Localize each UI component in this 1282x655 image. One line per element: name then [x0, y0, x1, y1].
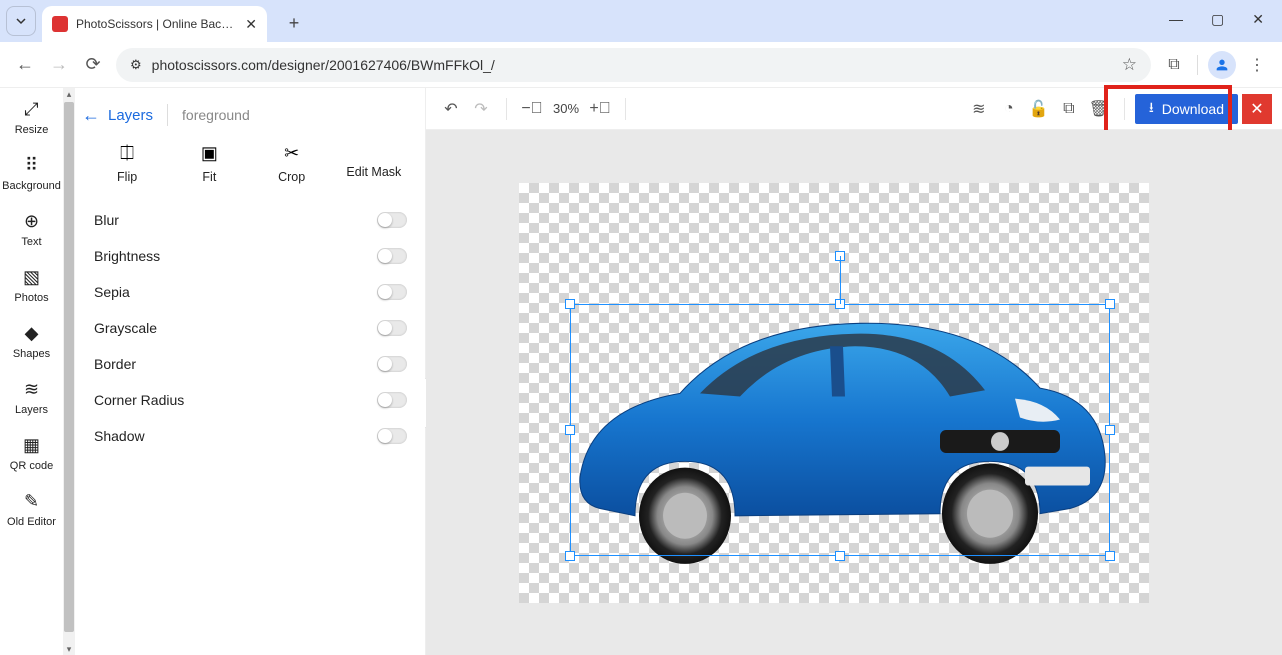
- close-button[interactable]: ✕: [1242, 94, 1272, 124]
- trash-icon[interactable]: 🗑: [1084, 94, 1114, 124]
- favicon-icon: [52, 16, 68, 32]
- resize-icon: ⤢: [2, 98, 61, 120]
- properties-panel: ← Layers foreground ⎅Flip ▣Fit ✂Crop Edi…: [76, 88, 426, 655]
- toolbar-divider: [1197, 55, 1198, 75]
- scroll-up-icon[interactable]: ▴: [63, 88, 75, 100]
- left-tool-sidebar: ⤢Resize ⠿Background ⊕Text ▧Photos ◆Shape…: [0, 88, 64, 655]
- border-switch[interactable]: [377, 356, 407, 372]
- selection-handle[interactable]: [565, 299, 575, 309]
- corner-radius-switch[interactable]: [377, 392, 407, 408]
- blur-switch[interactable]: [377, 212, 407, 228]
- edit-mask-icon: [339, 142, 409, 164]
- qrcode-icon: ▦: [2, 434, 61, 456]
- layers-link[interactable]: Layers: [108, 107, 153, 124]
- toggle-grayscale: Grayscale: [94, 310, 407, 346]
- scroll-down-icon[interactable]: ▾: [63, 643, 75, 655]
- nav-reload-icon[interactable]: ⟳: [76, 48, 110, 82]
- toggle-border: Border: [94, 346, 407, 382]
- grayscale-switch[interactable]: [377, 320, 407, 336]
- crop-icon: ✂: [257, 142, 327, 164]
- selection-handle[interactable]: [835, 551, 845, 561]
- tab-close-icon[interactable]: ✕: [245, 16, 257, 33]
- edit-icon: ✎: [2, 490, 61, 512]
- redo-icon[interactable]: ↷: [466, 94, 496, 124]
- window-close-icon[interactable]: ✕: [1252, 11, 1264, 28]
- toggle-shadow: Shadow: [94, 418, 407, 454]
- tab-title: PhotoScissors | Online Backgro: [76, 17, 237, 31]
- zoom-value: 30%: [553, 101, 579, 116]
- tool-qrcode[interactable]: ▦QR code: [0, 424, 63, 480]
- undo-icon[interactable]: ↶: [436, 94, 466, 124]
- photos-icon: ▧: [2, 266, 61, 288]
- zoom-in-icon[interactable]: +⃝: [585, 94, 615, 124]
- crop-button[interactable]: ✂Crop: [257, 142, 327, 184]
- extensions-icon[interactable]: ⧉: [1157, 48, 1191, 82]
- tool-layers[interactable]: ≋Layers: [0, 368, 63, 424]
- address-bar[interactable]: ⚙ photoscissors.com/designer/2001627406/…: [116, 48, 1151, 82]
- tool-photos[interactable]: ▧Photos: [0, 256, 63, 312]
- shapes-icon: ◆: [2, 322, 61, 344]
- brightness-switch[interactable]: [377, 248, 407, 264]
- sidebar-scrollbar[interactable]: ▴ ▾: [63, 88, 75, 655]
- selection-handle[interactable]: [1105, 425, 1115, 435]
- canvas-area[interactable]: [426, 130, 1282, 655]
- nav-back-icon[interactable]: ←: [8, 48, 42, 82]
- profile-avatar-icon[interactable]: [1208, 51, 1236, 79]
- sepia-switch[interactable]: [377, 284, 407, 300]
- download-icon: ⭳: [1149, 97, 1154, 121]
- tabs-dropdown[interactable]: [6, 6, 36, 36]
- download-label: Download: [1162, 101, 1224, 117]
- duplicate-icon[interactable]: ⧉: [1054, 94, 1084, 124]
- stack-icon[interactable]: ≋: [964, 94, 994, 124]
- selection-handle[interactable]: [565, 551, 575, 561]
- selection-box[interactable]: [570, 304, 1110, 556]
- flip-button[interactable]: ⎅Flip: [92, 142, 162, 184]
- fit-icon: ▣: [174, 142, 244, 164]
- back-arrow-icon[interactable]: ←: [82, 105, 100, 126]
- window-minimize-icon[interactable]: —: [1169, 11, 1183, 28]
- selection-handle[interactable]: [565, 425, 575, 435]
- browser-tabstrip: PhotoScissors | Online Backgro ✕ + — ▢ ✕: [0, 0, 1282, 42]
- browser-tab[interactable]: PhotoScissors | Online Backgro ✕: [42, 6, 267, 42]
- selection-handle[interactable]: [1105, 551, 1115, 561]
- scrollbar-thumb[interactable]: [64, 102, 74, 632]
- chrome-menu-icon[interactable]: ⋮: [1240, 48, 1274, 82]
- unlock-icon[interactable]: 🔓: [1024, 94, 1054, 124]
- background-icon: ⠿: [2, 154, 61, 176]
- tool-shapes[interactable]: ◆Shapes: [0, 312, 63, 368]
- fit-button[interactable]: ▣Fit: [174, 142, 244, 184]
- toggle-brightness: Brightness: [94, 238, 407, 274]
- drop-icon[interactable]: ◔: [994, 94, 1024, 124]
- url-text: photoscissors.com/designer/2001627406/BW…: [152, 57, 495, 73]
- new-tab-button[interactable]: +: [279, 8, 309, 38]
- selection-handle[interactable]: [1105, 299, 1115, 309]
- shadow-switch[interactable]: [377, 428, 407, 444]
- divider: [167, 104, 168, 126]
- toggle-blur: Blur: [94, 202, 407, 238]
- bookmark-star-icon[interactable]: ☆: [1122, 55, 1137, 75]
- nav-forward-icon: →: [42, 48, 76, 82]
- layers-icon: ≋: [2, 378, 61, 400]
- text-icon: ⊕: [2, 210, 61, 232]
- rotate-line: [840, 256, 841, 304]
- tool-text[interactable]: ⊕Text: [0, 200, 63, 256]
- address-bar-row: ← → ⟳ ⚙ photoscissors.com/designer/20016…: [0, 42, 1282, 88]
- tool-resize[interactable]: ⤢Resize: [0, 88, 63, 144]
- tool-old-editor[interactable]: ✎Old Editor: [0, 480, 63, 536]
- flip-icon: ⎅: [92, 142, 162, 164]
- canvas-toolbar: ↶ ↷ −⃝ 30% +⃝ ≋ ◔ 🔓 ⧉ 🗑 ⭳ Download ✕: [426, 88, 1282, 130]
- zoom-out-icon[interactable]: −⃝: [517, 94, 547, 124]
- window-maximize-icon[interactable]: ▢: [1211, 11, 1224, 28]
- layer-name: foreground: [182, 107, 250, 123]
- download-button[interactable]: ⭳ Download: [1135, 94, 1238, 124]
- edit-mask-button[interactable]: Edit Mask: [339, 142, 409, 184]
- toggle-sepia: Sepia: [94, 274, 407, 310]
- toggle-corner-radius: Corner Radius: [94, 382, 407, 418]
- site-settings-icon[interactable]: ⚙: [130, 57, 142, 73]
- tool-background[interactable]: ⠿Background: [0, 144, 63, 200]
